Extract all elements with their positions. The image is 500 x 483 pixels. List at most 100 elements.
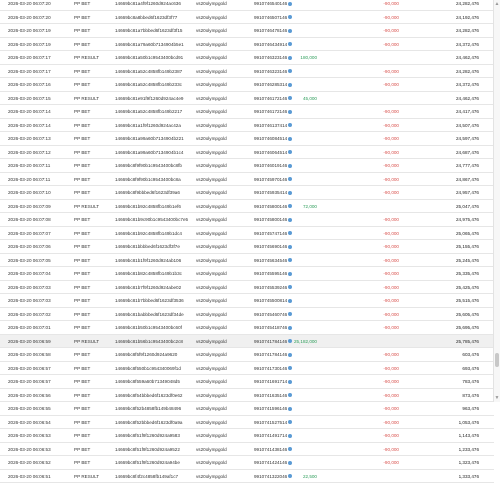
table-row[interactable]: 2026-03-20 06:07:16PP BET14669bc81a52c48… (0, 78, 494, 92)
table-row[interactable]: 2026-03-20 06:07:04PP BET14669bc81b82c48… (0, 267, 494, 281)
copy-icon[interactable] (288, 474, 292, 478)
table-row[interactable]: 2026-03-20 06:07:05PP BET14669bc81b1f9f1… (0, 254, 494, 268)
cell-transaction-id-text: 14669bc81b92c4858fb149b1dc4 (115, 231, 182, 236)
copy-icon[interactable] (288, 312, 292, 316)
table-row[interactable]: 2026-03-20 06:07:19PP BET14669bc81a79a60… (0, 38, 494, 52)
table-row[interactable]: 2026-03-20 06:06:57PP BET14669bc8f559a60… (0, 375, 494, 389)
copy-icon[interactable] (288, 420, 292, 424)
table-row[interactable]: 2026-03-20 06:07:12PP BET14669bc81a99a60… (0, 146, 494, 160)
copy-icon[interactable] (288, 56, 292, 60)
table-row[interactable]: 2026-03-20 06:07:03PP BET14669bc81b7bbbe… (0, 294, 494, 308)
copy-icon[interactable] (288, 150, 292, 154)
table-row[interactable]: 2026-03-20 06:07:11PP BET14669bc8f9f90b1… (0, 159, 494, 173)
cell-type-text: PP BET (74, 177, 90, 182)
cell-type: PP BET (74, 420, 90, 425)
table-row[interactable]: 2026-03-20 06:07:02PP BET14669bc81babbbe… (0, 308, 494, 322)
vertical-scrollbar[interactable]: ▲ ▼ (493, 0, 500, 402)
scroll-down-arrow-icon[interactable]: ▼ (494, 394, 500, 402)
table-row[interactable]: 2026-03-20 06:06:56PP BET14669bc8f54bbbe… (0, 389, 494, 403)
copy-icon[interactable] (288, 272, 292, 276)
copy-icon[interactable] (288, 461, 292, 465)
table-row[interactable]: 2026-03-20 06:07:20PP BET14669bc81a4f9f1… (0, 0, 494, 11)
copy-icon[interactable] (288, 42, 292, 46)
table-row[interactable]: 2026-03-20 06:07:14PP BET14669bc81a1f9f1… (0, 119, 494, 133)
cell-game: vs20olympgold (196, 204, 227, 209)
cell-balance-text: 24,282,476 (456, 28, 479, 33)
copy-icon[interactable] (288, 123, 292, 127)
cell-round-id: 9910746507146 (254, 15, 292, 20)
table-row[interactable]: 2026-03-20 06:07:20PP BET14669bc8a8bbed6… (0, 11, 494, 25)
table-row[interactable]: 2026-03-20 06:06:53PP BET14669bc8f51f9f1… (0, 429, 494, 443)
table-row[interactable]: 2026-03-20 06:07:03PP BET14669bc81b7f9f1… (0, 281, 494, 295)
table-row[interactable]: 2026-03-20 06:06:51PP RESULT14669bc8f4f2… (0, 470, 494, 483)
copy-icon[interactable] (288, 69, 292, 73)
cell-bet-amount: -90,000 (383, 271, 399, 276)
table-row[interactable]: 2026-03-20 06:07:01PP BET14669bc81b50b1c… (0, 321, 494, 335)
copy-icon[interactable] (288, 326, 292, 330)
table-row[interactable]: 2026-03-20 06:07:09PP RESULT14669bc81b92… (0, 200, 494, 214)
copy-icon[interactable] (288, 339, 292, 343)
copy-icon[interactable] (288, 434, 292, 438)
copy-icon[interactable] (288, 285, 292, 289)
copy-icon[interactable] (288, 177, 292, 181)
table-row[interactable]: 2026-03-20 06:07:06PP BET14669bc81bbbbed… (0, 240, 494, 254)
cell-round-id-text: 9910745539246 (254, 285, 287, 290)
copy-icon[interactable] (288, 380, 292, 384)
table-row[interactable]: 2026-03-20 06:07:15PP RESULT14669bc81e91… (0, 92, 494, 106)
copy-icon[interactable] (288, 258, 292, 262)
table-row[interactable]: 2026-03-20 06:07:11PP BET14669bc8f9f90b1… (0, 173, 494, 187)
copy-icon[interactable] (288, 231, 292, 235)
copy-icon[interactable] (288, 218, 292, 222)
scrollbar-thumb[interactable] (495, 353, 499, 367)
table-row[interactable]: 2026-03-20 06:06:52PP BET14669bc8f51f9f1… (0, 456, 494, 470)
table-row[interactable]: 2026-03-20 06:07:14PP BET14669bc81a52c48… (0, 105, 494, 119)
copy-icon[interactable] (288, 191, 292, 195)
copy-icon[interactable] (288, 299, 292, 303)
copy-icon[interactable] (288, 29, 292, 33)
copy-icon[interactable] (288, 447, 292, 451)
copy-icon[interactable] (288, 245, 292, 249)
cell-balance-text: 25,785,476 (456, 339, 479, 344)
cell-round-id-text: 9910745970146 (254, 177, 287, 182)
copy-icon[interactable] (288, 353, 292, 357)
table-row[interactable]: 2026-03-20 06:07:10PP BET14669bc8f9bbbed… (0, 186, 494, 200)
table-row[interactable]: 2026-03-20 06:07:08PP BET14669bc81b9c90b… (0, 213, 494, 227)
cell-game-text: vs20olympgold (196, 177, 227, 182)
cell-game: vs20olympgold (196, 271, 227, 276)
cell-transaction-id-text: 14669bc8f52b4858fb149b48496 (115, 406, 181, 411)
table-row[interactable]: 2026-03-20 06:07:13PP BET14669bc81a99a60… (0, 132, 494, 146)
cell-balance-text: 25,695,476 (456, 325, 479, 330)
cell-round-id: 9910745800146 (254, 217, 292, 222)
table-row[interactable]: 2026-03-20 06:07:19PP BET14669bc81a7bbbe… (0, 24, 494, 38)
table-row[interactable]: 2026-03-20 06:06:55PP BET14669bc8f52b485… (0, 402, 494, 416)
cell-round-id: 9910741784146 (254, 339, 292, 344)
cell-timestamp-text: 2026-03-20 06:07:19 (8, 42, 51, 47)
cell-timestamp: 2026-03-20 06:07:17 (8, 69, 51, 74)
table-row[interactable]: 2026-03-20 06:06:53PP BET14669bc8f51f9f1… (0, 443, 494, 457)
copy-icon[interactable] (288, 366, 292, 370)
cell-timestamp-text: 2026-03-20 06:07:11 (8, 177, 50, 182)
copy-icon[interactable] (288, 407, 292, 411)
copy-icon[interactable] (288, 164, 292, 168)
table-row[interactable]: 2026-03-20 06:06:58PP BET14669bc8f5f9f12… (0, 348, 494, 362)
copy-icon[interactable] (288, 204, 292, 208)
cell-bet-amount-text: -90,000 (383, 109, 399, 114)
copy-icon[interactable] (288, 15, 292, 19)
cell-round-id-text: 9910741527514 (254, 420, 287, 425)
copy-icon[interactable] (288, 83, 292, 87)
copy-icon[interactable] (288, 96, 292, 100)
copy-icon[interactable] (288, 393, 292, 397)
cell-type-text: PP BET (74, 15, 90, 20)
cell-balance: 1,053,476 (459, 420, 479, 425)
cell-bet-amount: -90,000 (383, 177, 399, 182)
table-row[interactable]: 2026-03-20 06:06:54PP BET14669bc8f52bbbe… (0, 416, 494, 430)
table-row[interactable]: 2026-03-20 06:07:07PP BET14669bc81b92c48… (0, 227, 494, 241)
copy-icon[interactable] (288, 110, 292, 114)
scroll-up-arrow-icon[interactable]: ▲ (494, 0, 500, 8)
table-row[interactable]: 2026-03-20 06:07:17PP RESULT14669bc81a50… (0, 51, 494, 65)
copy-icon[interactable] (288, 137, 292, 141)
copy-icon[interactable] (288, 2, 292, 6)
table-row[interactable]: 2026-03-20 06:07:17PP BET14669bc81a52c48… (0, 65, 494, 79)
table-row[interactable]: 2026-03-20 06:06:59PP RESULT14669bc81b56… (0, 335, 494, 349)
table-row[interactable]: 2026-03-20 06:06:57PP BET14669bc8f550b1c… (0, 362, 494, 376)
